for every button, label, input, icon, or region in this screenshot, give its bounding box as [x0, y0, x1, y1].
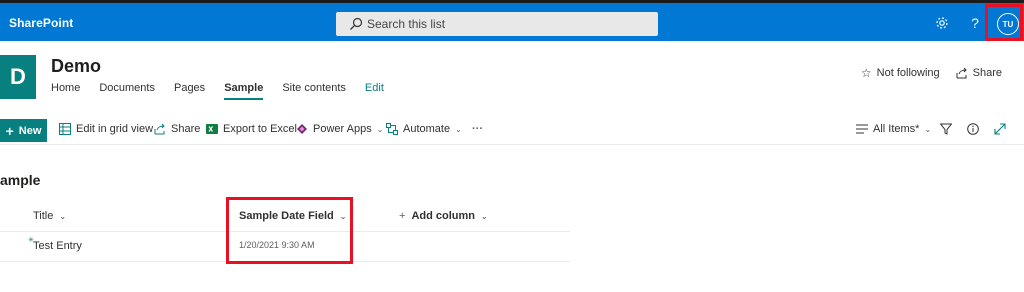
search-box[interactable]: Search this list	[336, 12, 658, 36]
row-title-cell[interactable]: Test Entry	[33, 240, 82, 252]
new-label: New	[18, 124, 42, 137]
header-divider	[0, 231, 570, 232]
search-placeholder: Search this list	[367, 17, 446, 31]
chevron-down-icon: ⌄	[481, 211, 488, 221]
settings-button[interactable]	[933, 14, 951, 32]
column-header-sample-date[interactable]: Sample Date Field ⌄	[239, 210, 346, 222]
filter-icon	[940, 123, 952, 135]
plus-icon: +	[5, 122, 14, 139]
info-button[interactable]	[967, 123, 979, 135]
gear-icon	[936, 17, 948, 29]
chevron-down-icon: ⌄	[59, 211, 67, 221]
automate-menu[interactable]: Automate ⌄	[386, 123, 462, 135]
column-date-label: Sample Date Field	[239, 210, 334, 222]
chevron-down-icon: ⌄	[339, 211, 347, 221]
search-icon	[350, 17, 363, 30]
chevron-down-icon: ⌄	[455, 124, 462, 134]
nav-sample[interactable]: Sample	[224, 82, 264, 100]
share-label: Share	[171, 123, 201, 135]
star-icon: ☆	[860, 66, 872, 80]
share-button[interactable]: Share	[154, 123, 200, 135]
site-share-button[interactable]: Share	[956, 66, 1002, 80]
excel-icon	[206, 124, 218, 134]
app-brand[interactable]: SharePoint	[9, 16, 73, 30]
export-excel-button[interactable]: Export to Excel	[206, 123, 297, 135]
row-date-cell: 1/20/2021 9:30 AM	[239, 240, 315, 250]
power-apps-menu[interactable]: Power Apps ⌄	[296, 123, 383, 135]
expand-icon	[994, 123, 1006, 135]
power-apps-icon	[297, 124, 307, 134]
nav-edit-link[interactable]: Edit	[365, 82, 384, 100]
share-icon	[154, 123, 165, 135]
nav-documents[interactable]: Documents	[99, 82, 155, 100]
plus-icon: +	[399, 210, 406, 222]
new-button[interactable]: + New	[0, 119, 47, 142]
power-apps-label: Power Apps	[313, 123, 372, 135]
command-bar: + New Edit in grid view Share Export to …	[0, 115, 1024, 145]
export-excel-label: Export to Excel	[223, 123, 297, 135]
view-selector[interactable]: All Items* ⌄	[856, 123, 931, 135]
list-title: ample	[0, 172, 41, 188]
help-button[interactable]: ?	[966, 14, 984, 32]
view-label: All Items*	[873, 123, 920, 135]
site-logo[interactable]: D	[0, 55, 36, 99]
info-icon	[967, 123, 979, 135]
add-column-label: Add column	[411, 210, 475, 222]
add-column-button[interactable]: + Add column ⌄	[399, 210, 488, 222]
site-share-label: Share	[972, 67, 1002, 79]
suite-bar: SharePoint Search this list ? TU	[0, 0, 1024, 41]
follow-label: Not following	[876, 67, 940, 79]
view-list-icon	[856, 124, 868, 134]
chevron-down-icon: ⌄	[376, 124, 384, 134]
edit-grid-view-label: Edit in grid view	[76, 123, 154, 135]
edit-grid-view-button[interactable]: Edit in grid view	[59, 123, 153, 135]
expand-button[interactable]	[994, 123, 1006, 135]
nav-pages[interactable]: Pages	[174, 82, 205, 100]
share-icon	[956, 67, 967, 79]
site-actions: ☆ Not following Share	[861, 66, 1002, 80]
automate-icon	[386, 123, 398, 135]
grid-icon	[59, 123, 71, 135]
sharepoint-window: SharePoint Search this list ? TU D Demo …	[0, 0, 1024, 292]
more-actions-button[interactable]: ···	[472, 123, 483, 135]
column-header-title[interactable]: Title ⌄	[33, 210, 66, 222]
automate-label: Automate	[403, 123, 451, 135]
nav-site-contents[interactable]: Site contents	[282, 82, 346, 100]
chevron-down-icon: ⌄	[924, 124, 932, 134]
column-title-label: Title	[33, 210, 54, 222]
filter-button[interactable]	[940, 123, 952, 135]
follow-button[interactable]: ☆ Not following	[861, 66, 940, 80]
user-avatar[interactable]: TU	[997, 13, 1019, 35]
nav-home[interactable]: Home	[51, 82, 80, 100]
site-navigation: Home Documents Pages Sample Site content…	[51, 82, 403, 100]
site-title[interactable]: Demo	[51, 56, 101, 77]
row-divider	[0, 261, 570, 262]
